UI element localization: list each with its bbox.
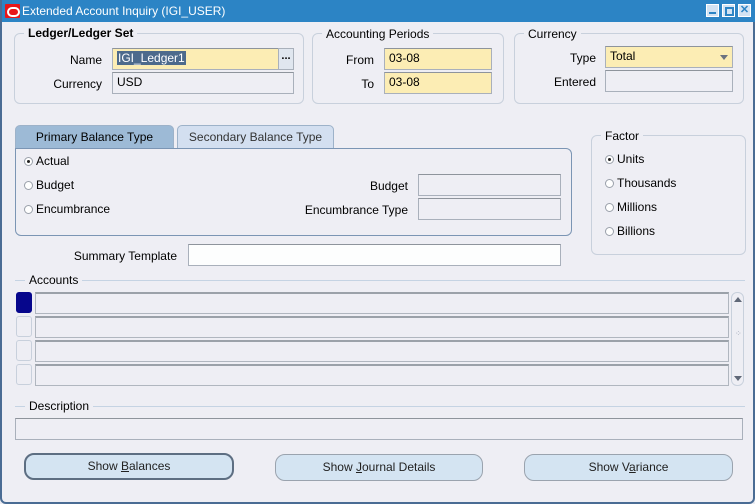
radio-selected-icon (24, 157, 33, 166)
accounts-divider (15, 280, 745, 281)
to-label: To (361, 77, 374, 91)
button-label-part: ournal Details (361, 460, 436, 474)
maximize-icon[interactable] (722, 4, 735, 17)
period-to-field[interactable]: 03-08 (384, 72, 492, 94)
list-of-values-button[interactable]: ... (278, 48, 294, 70)
button-mnemonic: a (629, 460, 636, 474)
chevron-down-icon (720, 55, 728, 60)
button-label-part: riance (635, 460, 669, 474)
accounts-label: Accounts (25, 273, 83, 287)
ledger-currency-field[interactable]: USD (112, 72, 294, 94)
radio-unselected-icon (605, 203, 614, 212)
account-row-field[interactable] (35, 292, 729, 314)
radio-encumbrance-label: Encumbrance (36, 202, 111, 216)
extended-account-inquiry-window: Extended Account Inquiry (IGI_USER) ✕ Le… (0, 0, 755, 504)
title-bar: Extended Account Inquiry (IGI_USER) ✕ (2, 0, 755, 22)
radio-units-label: Units (617, 152, 645, 166)
radio-millions[interactable]: Millions (605, 200, 657, 214)
summary-template-label: Summary Template (73, 249, 177, 263)
encumbrance-type-field[interactable] (418, 198, 561, 220)
currency-label: Currency (53, 77, 102, 91)
row-indicator[interactable] (16, 364, 32, 385)
scroll-down-icon[interactable] (734, 376, 742, 381)
button-label-part: Show (322, 460, 356, 474)
row-indicator[interactable] (16, 340, 32, 361)
currency-group-label: Currency (524, 27, 581, 41)
radio-budget[interactable]: Budget (24, 178, 74, 192)
description-field[interactable] (15, 418, 743, 440)
summary-template-field[interactable] (188, 244, 561, 266)
window-title: Extended Account Inquiry (IGI_USER) (22, 4, 226, 18)
description-divider (15, 406, 745, 407)
radio-budget-label: Budget (36, 178, 75, 192)
budget-label: Budget (369, 179, 408, 193)
budget-field[interactable] (418, 174, 561, 196)
type-label: Type (569, 51, 596, 65)
radio-billions-label: Billions (617, 224, 656, 238)
button-label-part: alances (129, 459, 171, 473)
entered-label: Entered (553, 75, 596, 89)
tab-primary-balance-type[interactable]: Primary Balance Type (15, 125, 174, 149)
from-label: From (346, 53, 374, 67)
factor-group-label: Factor (601, 129, 644, 143)
currency-type-select[interactable]: Total (605, 46, 733, 68)
description-label: Description (25, 399, 94, 413)
radio-encumbrance[interactable]: Encumbrance (24, 202, 110, 216)
currency-entered-field[interactable] (605, 70, 733, 92)
radio-actual[interactable]: Actual (24, 154, 69, 168)
button-label-part: Show V (588, 460, 630, 474)
scroll-up-icon[interactable] (734, 297, 742, 302)
radio-thousands-label: Thousands (617, 176, 677, 190)
tab-secondary-balance-type[interactable]: Secondary Balance Type (177, 125, 334, 149)
currency-group (514, 33, 744, 104)
accounts-scrollbar[interactable]: ⁘ (731, 292, 744, 386)
radio-thousands[interactable]: Thousands (605, 176, 676, 190)
radio-unselected-icon (24, 181, 33, 190)
oracle-logo-icon (5, 4, 20, 18)
radio-units[interactable]: Units (605, 152, 644, 166)
radio-actual-label: Actual (36, 154, 70, 168)
radio-millions-label: Millions (617, 200, 658, 214)
ledger-group-label: Ledger/Ledger Set (24, 26, 138, 40)
account-row-field[interactable] (35, 364, 729, 386)
row-indicator[interactable] (16, 316, 32, 337)
currency-type-value: Total (610, 49, 636, 63)
account-row-field[interactable] (35, 316, 729, 338)
minimize-icon[interactable] (706, 4, 719, 17)
radio-unselected-icon (605, 179, 614, 188)
close-icon[interactable]: ✕ (738, 4, 751, 17)
radio-unselected-icon (24, 205, 33, 214)
show-journal-details-button[interactable]: Show Journal Details (275, 454, 483, 481)
show-variance-button[interactable]: Show Variance (524, 454, 733, 481)
account-row-field[interactable] (35, 340, 729, 362)
radio-unselected-icon (605, 227, 614, 236)
scroll-grip-icon[interactable]: ⁘ (735, 330, 742, 338)
period-from-field[interactable]: 03-08 (384, 48, 492, 70)
radio-billions[interactable]: Billions (605, 224, 655, 238)
encumbrance-type-label: Encumbrance Type (304, 203, 408, 217)
accounting-periods-label: Accounting Periods (322, 27, 434, 41)
row-indicator-current[interactable] (16, 292, 32, 313)
ledger-name-value: IGI_Ledger1 (117, 51, 186, 65)
button-mnemonic: B (120, 459, 129, 473)
ledger-name-field[interactable]: IGI_Ledger1 (112, 48, 279, 70)
show-balances-button[interactable]: Show Balances (24, 453, 234, 480)
name-label: Name (69, 53, 102, 67)
button-label-part: Show (87, 459, 121, 473)
radio-selected-icon (605, 155, 614, 164)
